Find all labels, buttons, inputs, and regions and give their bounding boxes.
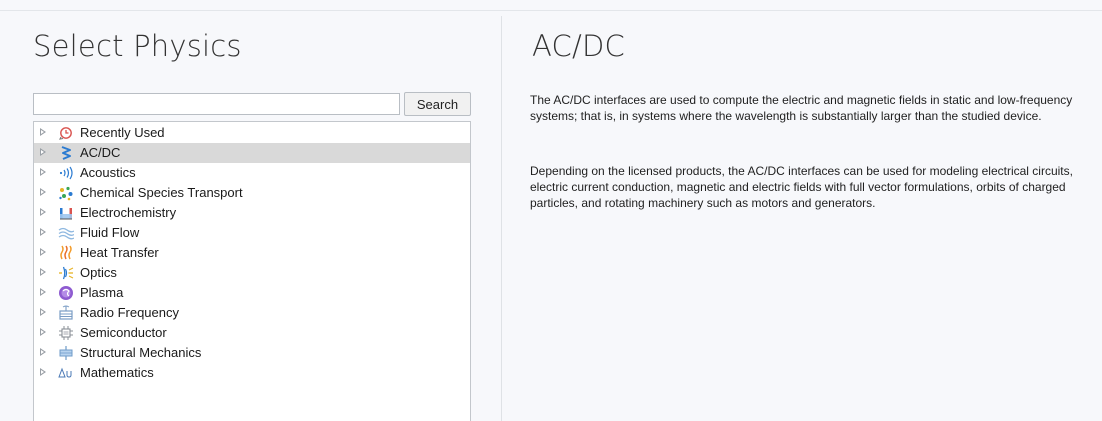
description-paragraph: Depending on the licensed products, the …: [530, 164, 1073, 210]
description-title: AC/DC: [532, 29, 625, 63]
tree-item-label: Structural Mechanics: [80, 345, 202, 360]
tree-item-acoustics[interactable]: Acoustics: [34, 163, 470, 183]
tree-item-label: Plasma: [80, 285, 124, 300]
tree-item-label: Heat Transfer: [80, 245, 159, 260]
tree-item-radio-frequency[interactable]: Radio Frequency: [34, 303, 470, 323]
select-physics-pane: Select Physics Search Recently Used AC/D…: [0, 11, 501, 421]
plasma-icon: [58, 285, 74, 301]
tree-item-label: Optics: [80, 265, 117, 280]
tree-item-acdc[interactable]: AC/DC: [34, 143, 470, 163]
electrochemistry-icon: [58, 205, 74, 221]
tree-item-recently-used[interactable]: Recently Used: [34, 123, 470, 143]
tree-item-plasma[interactable]: Plasma: [34, 283, 470, 303]
search-input[interactable]: [33, 93, 400, 115]
expand-arrow-icon[interactable]: [40, 288, 46, 296]
chemical-species-transport-icon: [58, 185, 74, 201]
radio-frequency-icon: [58, 305, 74, 321]
expand-arrow-icon[interactable]: [40, 268, 46, 276]
expand-arrow-icon[interactable]: [40, 148, 46, 156]
tree-item-label: Recently Used: [80, 125, 165, 140]
tree-item-label: Acoustics: [80, 165, 136, 180]
fluid-flow-icon: [58, 225, 74, 241]
tree-item-electrochemistry[interactable]: Electrochemistry: [34, 203, 470, 223]
tree-item-label: Radio Frequency: [80, 305, 179, 320]
mathematics-icon: [58, 365, 74, 381]
search-button[interactable]: Search: [404, 92, 471, 116]
tree-item-label: Chemical Species Transport: [80, 185, 243, 200]
tree-item-heat-transfer[interactable]: Heat Transfer: [34, 243, 470, 263]
structural-mechanics-icon: [58, 345, 74, 361]
tree-item-structural-mechanics[interactable]: Structural Mechanics: [34, 343, 470, 363]
expand-arrow-icon[interactable]: [40, 328, 46, 336]
tree-item-mathematics[interactable]: Mathematics: [34, 363, 470, 383]
expand-arrow-icon[interactable]: [40, 368, 46, 376]
tree-item-chemical-species-transport[interactable]: Chemical Species Transport: [34, 183, 470, 203]
semiconductor-icon: [58, 325, 74, 341]
tree-item-label: AC/DC: [80, 145, 121, 160]
tree-item-semiconductor[interactable]: Semiconductor: [34, 323, 470, 343]
expand-arrow-icon[interactable]: [40, 168, 46, 176]
expand-arrow-icon[interactable]: [40, 188, 46, 196]
physics-tree[interactable]: Recently Used AC/DC Acoustics Chemical S…: [33, 121, 471, 421]
tree-item-optics[interactable]: Optics: [34, 263, 470, 283]
tree-item-label: Fluid Flow: [80, 225, 140, 240]
tree-item-label: Semiconductor: [80, 325, 167, 340]
expand-arrow-icon[interactable]: [40, 228, 46, 236]
acoustics-icon: [58, 165, 74, 181]
expand-arrow-icon[interactable]: [40, 348, 46, 356]
tree-item-label: Mathematics: [80, 365, 154, 380]
expand-arrow-icon[interactable]: [40, 308, 46, 316]
expand-arrow-icon[interactable]: [40, 128, 46, 136]
expand-arrow-icon[interactable]: [40, 248, 46, 256]
description-pane: AC/DC The AC/DC interfaces are used to c…: [502, 11, 1102, 421]
heat-transfer-icon: [58, 245, 74, 261]
acdc-icon: [58, 145, 74, 161]
tree-item-label: Electrochemistry: [80, 205, 177, 220]
page-title: Select Physics: [33, 29, 242, 63]
optics-icon: [58, 265, 74, 281]
tree-item-fluid-flow[interactable]: Fluid Flow: [34, 223, 470, 243]
expand-arrow-icon[interactable]: [40, 208, 46, 216]
description-paragraph: The AC/DC interfaces are used to compute…: [530, 93, 1073, 123]
recently-used-icon: [58, 125, 74, 141]
